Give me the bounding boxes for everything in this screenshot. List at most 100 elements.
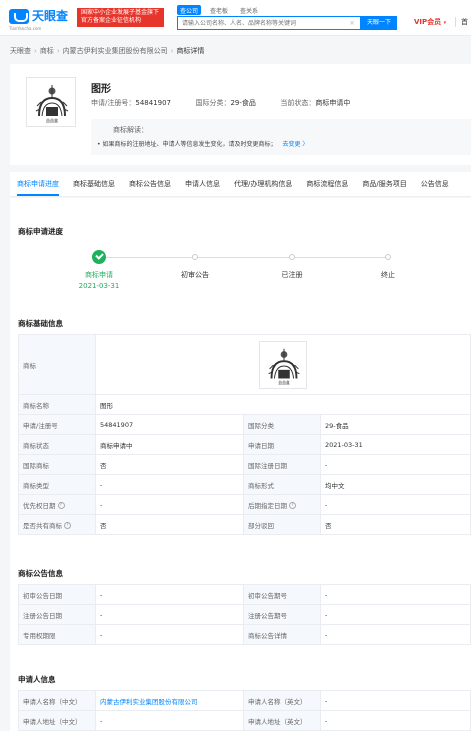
change-link[interactable]: 去变更 〉 — [282, 141, 308, 148]
table-row: 是否共有商标? 否 部分驳回 否 — [18, 514, 471, 535]
table-row: 商标类型 - 商标形式 均中文 — [18, 474, 471, 495]
progress-step-date: 2021-03-31 — [78, 282, 120, 290]
application-progress: 商标申请 2021-03-31 初审公告 已注册 终止 — [18, 249, 458, 299]
help-icon[interactable]: ? — [57, 502, 65, 509]
progress-step-label: 商标申请 — [85, 271, 113, 279]
promo-banner[interactable]: 国家中小企业发展子基金旗下 官方备案企业征信机构 — [77, 8, 164, 27]
header-menu-cut[interactable]: 首 — [461, 17, 468, 27]
cell-value: 否 — [95, 514, 244, 535]
notice-section-title: 商标公告信息 — [18, 569, 63, 578]
table-row: 申请人名称（中文） 内蒙古伊利实业集团股份有限公司 申请人名称（英文） - — [18, 690, 471, 711]
cell-key: 初审公告期号 — [243, 584, 321, 605]
cell-key: 部分驳回 — [243, 514, 321, 535]
table-row: 初审公告日期 - 初审公告期号 - — [18, 584, 471, 605]
breadcrumb-sep: › — [170, 47, 174, 55]
progress-step-label: 已注册 — [281, 271, 303, 279]
tip-text: • 如果商标的注册地址、申请人等信息发生变化，请及时变更商标； 去变更 〉 — [97, 139, 308, 148]
tab-progress[interactable]: 商标申请进度 — [10, 172, 66, 196]
search-button[interactable]: 天眼一下 — [361, 16, 397, 30]
trademark-large-image[interactable]: 益益盒 — [259, 340, 307, 389]
tab-basic-info[interactable]: 商标基础信息 — [66, 172, 122, 196]
breadcrumb: 天眼查 › 商标 › 内蒙古伊利实业集团股份有限公司 › 商标详情 — [10, 46, 204, 56]
progress-step-4: 终止 — [343, 249, 433, 280]
promo-line-2: 官方备案企业征信机构 — [81, 17, 142, 24]
step-dot-icon — [192, 254, 198, 260]
cell-value: 否 — [320, 514, 471, 535]
tab-goods-services[interactable]: 商品/服务项目 — [355, 172, 413, 196]
notice-info-table: 初审公告日期 - 初审公告期号 - 注册公告日期 - 注册公告期号 - 专用权期… — [18, 584, 471, 645]
cell-value: - — [320, 624, 471, 645]
cell-key: 商标公告详情 — [243, 624, 321, 645]
breadcrumb-company[interactable]: 内蒙古伊利实业集团股份有限公司 — [63, 47, 168, 55]
cell-value: - — [95, 624, 244, 645]
tab-agency[interactable]: 代理/办理机构信息 — [227, 172, 299, 196]
vip-label: VIP会员 — [414, 18, 442, 26]
cell-key: 商标状态 — [18, 434, 96, 455]
tab-flow[interactable]: 商标流程信息 — [299, 172, 355, 196]
progress-section-title: 商标申请进度 — [18, 227, 63, 236]
basic-info-table: 商标 益益盒 商标名称 图形 申请/注册号 54841907 国际分类 29-食… — [18, 334, 471, 535]
applicant-info-table: 申请人名称（中文） 内蒙古伊利实业集团股份有限公司 申请人名称（英文） - 申请… — [18, 690, 471, 731]
status-label: 当前状态： — [280, 99, 316, 107]
applicant-company-link[interactable]: 内蒙古伊利实业集团股份有限公司 — [95, 690, 244, 711]
cell-value: - — [95, 584, 244, 605]
site-logo[interactable]: 天眼查 TianYancha.com — [9, 7, 71, 31]
clear-icon[interactable]: × — [349, 19, 355, 28]
chevron-down-icon: ▾ — [443, 20, 447, 26]
cell-value: - — [95, 474, 244, 495]
breadcrumb-current: 商标详情 — [176, 47, 205, 55]
cell-value: - — [320, 454, 471, 475]
cell-value: - — [95, 604, 244, 625]
check-icon — [92, 250, 106, 264]
search-input[interactable] — [182, 19, 342, 28]
search-tab-company[interactable]: 查公司 — [177, 5, 202, 15]
search-tab-boss[interactable]: 查老板 — [207, 5, 231, 15]
cell-value: 29-食品 — [320, 414, 471, 435]
tab-applicant[interactable]: 申请人信息 — [178, 172, 227, 196]
cell-value: 否 — [95, 454, 244, 475]
cell-value: - — [320, 710, 471, 731]
breadcrumb-trademark[interactable]: 商标 — [40, 47, 54, 55]
trademark-logo-icon: 益益盒 — [35, 85, 69, 123]
applicant-section-title: 申请人信息 — [18, 675, 56, 684]
cell-value: - — [320, 690, 471, 711]
basic-section-title: 商标基础信息 — [18, 319, 63, 328]
cell-key: 国际注册日期 — [243, 454, 321, 475]
cell-key: 申请人地址（中文） — [18, 710, 96, 731]
status-value: 商标申请中 — [315, 99, 351, 107]
cell-key: 申请人名称（中文） — [18, 690, 96, 711]
trademark-title: 图形 — [91, 84, 111, 95]
cell-key-with-help: 后期指定日期? — [243, 494, 321, 515]
trademark-image[interactable]: 益益盒 — [26, 77, 76, 127]
cell-key-text: 是否共有商标 — [23, 521, 62, 530]
step-dot-icon — [289, 254, 295, 260]
tip-title: 商标解读： — [113, 126, 148, 134]
progress-step-label: 终止 — [381, 271, 395, 279]
cell-key: 国际商标 — [18, 454, 96, 475]
cell-key: 申请人地址（英文） — [243, 710, 321, 731]
vip-menu[interactable]: VIP会员 ▾ — [414, 17, 446, 27]
search-type-tabs: 查公司 查老板 查关系 — [177, 5, 261, 15]
cell-key: 申请人名称（英文） — [243, 690, 321, 711]
progress-step-1: 商标申请 2021-03-31 — [54, 249, 144, 290]
help-icon[interactable]: ? — [64, 522, 71, 529]
cell-key: 商标名称 — [18, 394, 96, 415]
reg-value: 54841907 — [135, 99, 171, 107]
cell-value: 均中文 — [320, 474, 471, 495]
cell-key-text: 后期指定日期 — [248, 501, 287, 510]
cell-value: 商标申请中 — [95, 434, 244, 455]
search-tab-relation[interactable]: 查关系 — [237, 5, 261, 15]
progress-step-label: 初审公告 — [181, 271, 209, 279]
help-icon[interactable]: ? — [289, 502, 296, 509]
cell-key: 注册公告日期 — [18, 604, 96, 625]
detail-content: 商标申请进度 商标申请 2021-03-31 初审公告 已注册 终止 商标基础信… — [10, 198, 471, 731]
breadcrumb-home[interactable]: 天眼查 — [10, 47, 31, 55]
trademark-logo-icon: 益益盒 — [268, 348, 300, 385]
cell-value: 2021-03-31 — [320, 434, 471, 455]
tab-notice-info[interactable]: 商标公告信息 — [122, 172, 178, 196]
cell-key: 商标形式 — [243, 474, 321, 495]
progress-step-2: 初审公告 — [150, 249, 240, 280]
table-row: 优先权日期? - 后期指定日期? - — [18, 494, 471, 515]
logo-icon — [9, 9, 29, 24]
tab-announcement[interactable]: 公告信息 — [414, 172, 456, 196]
